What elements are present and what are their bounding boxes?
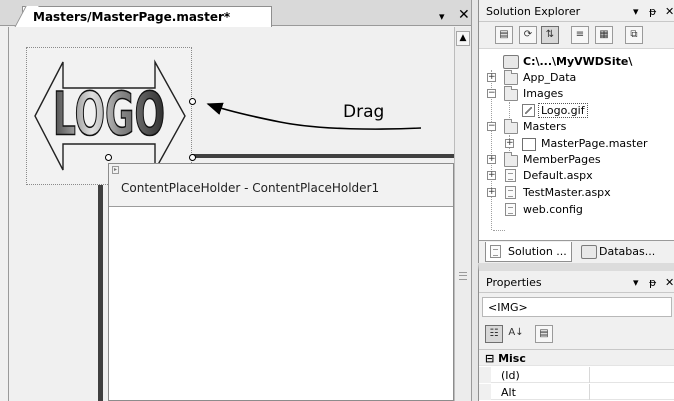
tree-item-label: MasterPage.master bbox=[541, 137, 648, 150]
nest-related-files-icon[interactable]: ⇅ bbox=[541, 26, 559, 44]
properties-toolbar: ☷ A↓ ▤ bbox=[479, 321, 674, 347]
tree-item-label: Default.aspx bbox=[523, 169, 593, 182]
property-name: (Id) bbox=[501, 369, 520, 382]
view-code-icon[interactable]: ≡ bbox=[571, 26, 589, 44]
aspx-file-icon bbox=[505, 169, 516, 182]
property-pages-icon[interactable]: ▤ bbox=[535, 325, 553, 343]
design-surface[interactable]: LOGO ▸ ContentPlaceHolder - ContentPlace… bbox=[8, 27, 454, 401]
resize-handle-right[interactable] bbox=[189, 98, 196, 105]
solution-explorer-icon bbox=[490, 245, 501, 258]
category-name: Misc bbox=[498, 352, 526, 365]
image-file-icon bbox=[522, 104, 535, 117]
master-left-column bbox=[26, 158, 98, 401]
master-page-icon bbox=[522, 138, 536, 151]
tab-label: Solution ... bbox=[508, 245, 567, 258]
properties-icon[interactable]: ▤ bbox=[495, 26, 513, 44]
close-icon[interactable]: ✕ bbox=[665, 5, 674, 18]
solution-explorer-title-bar: Solution Explorer ▾ ᵽ ✕ bbox=[479, 0, 674, 22]
document-tab-strip: Masters/MasterPage.master* ▾ ✕ bbox=[0, 0, 478, 27]
expand-icon[interactable]: + bbox=[487, 171, 496, 180]
resize-handle-corner[interactable] bbox=[189, 154, 196, 161]
property-gutter bbox=[479, 367, 491, 383]
pin-icon[interactable]: ᵽ bbox=[649, 5, 656, 18]
document-close-icon[interactable]: ✕ bbox=[458, 7, 470, 23]
column-separator bbox=[98, 157, 103, 401]
logo-text: LOGO bbox=[53, 80, 165, 149]
tree-item-label: web.config bbox=[523, 203, 583, 216]
solution-explorer-pane: Solution Explorer ▾ ᵽ ✕ ▤ ⟳ ⇅ ≡ ▦ ⧉ C:\.… bbox=[478, 0, 674, 263]
collapse-icon[interactable]: − bbox=[487, 122, 496, 131]
close-icon[interactable]: ✕ bbox=[665, 276, 674, 289]
document-tab-label: Masters/MasterPage.master* bbox=[33, 10, 231, 24]
vertical-scrollbar[interactable]: ▲ bbox=[454, 27, 471, 401]
tree-guide-line bbox=[509, 102, 510, 118]
scroll-up-icon[interactable]: ▲ bbox=[456, 31, 470, 46]
window-splitter[interactable] bbox=[471, 0, 478, 401]
open-folder-icon bbox=[504, 86, 518, 101]
drag-annotation-label: Drag bbox=[343, 102, 385, 122]
property-category-misc[interactable]: ⊟ Misc bbox=[479, 350, 674, 366]
property-name: Alt bbox=[501, 386, 516, 399]
tree-item-label: TestMaster.aspx bbox=[523, 186, 611, 199]
content-placeholder-label: ContentPlaceHolder - ContentPlaceHolder1 bbox=[121, 181, 380, 195]
solution-explorer-title: Solution Explorer bbox=[486, 5, 581, 18]
property-gutter bbox=[479, 384, 491, 400]
property-grid: ⊟ Misc (Id) Alt bbox=[479, 349, 674, 401]
folder-icon bbox=[504, 70, 518, 85]
expand-icon[interactable]: + bbox=[487, 188, 496, 197]
tree-item-label: App_Data bbox=[523, 71, 577, 84]
categorized-icon[interactable]: ☷ bbox=[485, 325, 503, 343]
property-row-id[interactable]: (Id) bbox=[479, 367, 674, 383]
tree-item-label: MemberPages bbox=[523, 153, 601, 166]
property-value-cell[interactable] bbox=[589, 384, 590, 400]
tree-item-label: Masters bbox=[523, 120, 567, 133]
scroll-grip[interactable] bbox=[459, 272, 467, 280]
tree-item-label: Logo.gif bbox=[538, 103, 588, 118]
tab-solution-explorer[interactable]: Solution ... bbox=[485, 242, 572, 262]
config-file-icon bbox=[505, 203, 516, 216]
solution-tree: C:\...\MyVWDSite\ + App_Data − Images Lo… bbox=[479, 52, 674, 240]
properties-title-bar: Properties ▾ ᵽ ✕ bbox=[479, 271, 674, 293]
document-tab-masterpage[interactable]: Masters/MasterPage.master* bbox=[22, 6, 272, 27]
refresh-icon[interactable]: ⟳ bbox=[519, 26, 537, 44]
aspx-file-icon bbox=[505, 186, 516, 199]
alphabetical-icon[interactable]: A↓ bbox=[507, 325, 525, 343]
document-dropdown-icon[interactable]: ▾ bbox=[439, 10, 445, 23]
explorer-bottom-tabs: Solution ... Databas... bbox=[479, 240, 674, 263]
pin-icon[interactable]: ᵽ bbox=[649, 276, 656, 289]
expand-icon[interactable]: + bbox=[505, 139, 514, 148]
content-placeholder-header: ▸ ContentPlaceHolder - ContentPlaceHolde… bbox=[109, 164, 453, 207]
tab-database-explorer[interactable]: Databas... bbox=[577, 242, 659, 262]
open-folder-icon bbox=[504, 119, 518, 134]
website-icon bbox=[503, 55, 519, 69]
property-value-cell[interactable] bbox=[589, 367, 590, 383]
collapse-icon[interactable]: ⊟ bbox=[485, 352, 494, 365]
expand-icon[interactable]: + bbox=[487, 155, 496, 164]
tab-label: Databas... bbox=[599, 245, 656, 258]
property-category-label: ⊟ Misc bbox=[485, 352, 526, 365]
properties-title: Properties bbox=[486, 276, 542, 289]
selected-object-dropdown[interactable]: <IMG> bbox=[482, 297, 672, 317]
property-row-alt[interactable]: Alt bbox=[479, 384, 674, 400]
tree-guide-line bbox=[493, 230, 505, 231]
folder-icon bbox=[504, 152, 518, 167]
dropdown-icon[interactable]: ▾ bbox=[633, 5, 639, 18]
smart-tag-icon[interactable]: ▸ bbox=[112, 166, 119, 174]
dropdown-icon[interactable]: ▾ bbox=[633, 276, 639, 289]
solution-explorer-toolbar: ▤ ⟳ ⇅ ≡ ▦ ⧉ bbox=[479, 22, 674, 49]
properties-pane: Properties ▾ ᵽ ✕ <IMG> ☷ A↓ ▤ ⊟ Misc (Id… bbox=[478, 263, 674, 401]
designer-document-window: Masters/MasterPage.master* ▾ ✕ LOGO ▸ Co… bbox=[0, 0, 478, 401]
content-placeholder[interactable]: ▸ ContentPlaceHolder - ContentPlaceHolde… bbox=[108, 163, 454, 401]
copy-website-icon[interactable]: ⧉ bbox=[625, 26, 643, 44]
expand-icon[interactable]: + bbox=[487, 73, 496, 82]
view-designer-icon[interactable]: ▦ bbox=[595, 26, 613, 44]
tree-root-label: C:\...\MyVWDSite\ bbox=[523, 55, 633, 68]
tree-item-label: Images bbox=[523, 87, 564, 100]
collapse-icon[interactable]: − bbox=[487, 89, 496, 98]
database-explorer-icon bbox=[581, 245, 597, 259]
resize-handle-bottom[interactable] bbox=[105, 154, 112, 161]
